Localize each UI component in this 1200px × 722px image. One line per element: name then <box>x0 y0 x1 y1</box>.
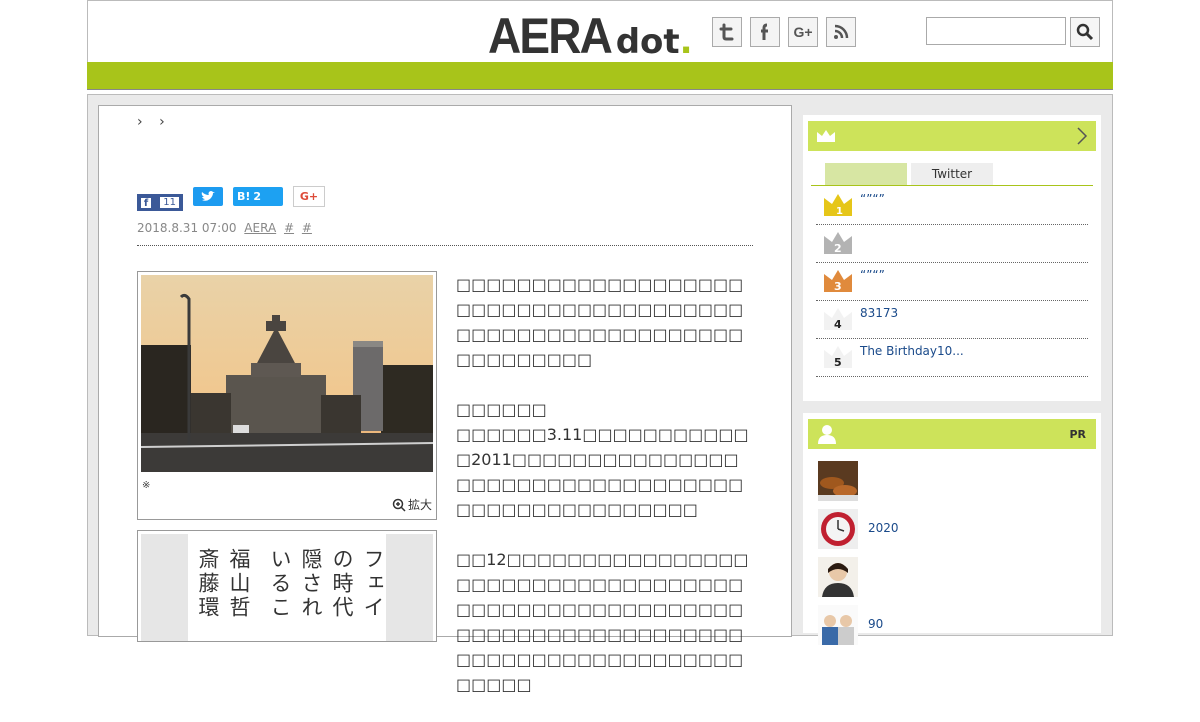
ranking-header[interactable] <box>808 121 1096 151</box>
zoom-button[interactable]: 拡大 <box>392 496 432 513</box>
facebook-icon: f <box>141 197 151 209</box>
zoom-label: 拡大 <box>407 498 432 512</box>
ranking-item-title: 83173 <box>860 306 899 320</box>
svg-text:2: 2 <box>834 242 842 255</box>
meta-divider <box>137 245 753 246</box>
article-figure: ※ 拡大 <box>137 271 437 520</box>
tab-ranking-default[interactable] <box>825 163 907 185</box>
article-paragraph: □□□□□□ □□□□□□3.11□□□□□□□□□□□□2011□□□□□□□… <box>456 400 749 519</box>
pr-thumbnail <box>818 557 858 597</box>
svg-text:5: 5 <box>834 356 842 369</box>
person-icon <box>818 425 836 444</box>
pr-item-title: 2020 <box>868 521 899 535</box>
site-header: AERA dot. G+ <box>87 0 1113 63</box>
author-link[interactable]: AERA <box>244 221 276 235</box>
zoom-in-icon <box>392 498 406 512</box>
ranking-item[interactable]: 2 <box>816 224 1088 263</box>
hatena-label: B! <box>237 190 251 203</box>
pr-thumbnail <box>818 605 858 645</box>
rank-5-crown-icon: 5 <box>824 346 852 369</box>
cover-title-column: の時代 <box>330 548 354 620</box>
ranking-item[interactable]: 4 83173 <box>816 300 1088 339</box>
book-cover: フェイ の時代 隠され いるこ 福山哲 斎藤環 <box>188 534 386 641</box>
pr-item[interactable] <box>818 557 1078 597</box>
cover-title-column: フェイ <box>361 548 385 620</box>
ranking-item-title: The Birthday10... <box>860 344 964 358</box>
facebook-share-count: 11 <box>160 197 179 208</box>
publish-date: 2018.8.31 07:00 <box>137 221 237 235</box>
logo-sub-text: dot. <box>615 22 693 62</box>
aera-dot-logo[interactable]: AERA dot. <box>488 7 693 61</box>
google-plus-icon[interactable]: G+ <box>788 17 818 47</box>
twitter-bird-icon <box>201 190 215 201</box>
ranking-tabs: Twitter <box>825 163 993 185</box>
rank-2-crown-icon: 2 <box>824 232 852 255</box>
rss-icon[interactable] <box>826 17 856 47</box>
article-panel: › › f 11 B! 2 G+ 2018.8.31 07:00 AERA # … <box>98 105 792 694</box>
ranking-item[interactable]: 5 The Birthday10... <box>816 338 1088 377</box>
search-input[interactable] <box>926 17 1066 45</box>
figure-caption-mark: ※ <box>142 480 151 491</box>
search-icon <box>1076 23 1094 41</box>
social-links: G+ <box>712 17 856 47</box>
rank-4-crown-icon: 4 <box>824 308 852 331</box>
facebook-share-button[interactable]: f 11 <box>137 194 183 211</box>
ranking-item-title: “”“” <box>860 268 885 282</box>
svg-text:4: 4 <box>834 318 842 331</box>
pr-item[interactable]: 90 <box>818 605 1078 645</box>
article-paragraph: □□□□□□□□□□□□□□□□□□□□□□□□□□□□□□□□□□□□□□□□… <box>456 275 744 369</box>
cover-title-column: 隠され <box>299 548 323 620</box>
global-nav-bar <box>87 62 1113 90</box>
rank-3-crown-icon: 3 <box>824 270 852 293</box>
breadcrumb: › › <box>137 114 171 130</box>
article-body: □□□□□□□□□□□□□□□□□□□□□□□□□□□□□□□□□□□□□□□□… <box>456 272 752 722</box>
search-box <box>926 17 1100 47</box>
pr-thumbnail <box>818 509 858 549</box>
twitter-icon[interactable] <box>712 17 742 47</box>
breadcrumb-separator: › <box>137 114 149 130</box>
facebook-icon[interactable] <box>750 17 780 47</box>
crown-icon <box>817 130 835 142</box>
tab-twitter[interactable]: Twitter <box>911 163 993 185</box>
logo-main-text: AERA <box>488 8 613 64</box>
breadcrumb-separator: › <box>159 114 171 130</box>
twitter-share-button[interactable] <box>193 187 223 206</box>
article-meta: 2018.8.31 07:00 AERA # # <box>137 221 312 235</box>
tag-link[interactable]: # <box>284 221 294 235</box>
diet-building-photo[interactable] <box>141 275 433 472</box>
chevron-right-icon <box>1076 126 1088 151</box>
pr-item-title: 90 <box>868 617 884 631</box>
tag-link[interactable]: # <box>302 221 312 235</box>
book-cover-image[interactable]: フェイ の時代 隠され いるこ 福山哲 斎藤環 <box>141 534 433 641</box>
pr-item[interactable]: 2020 <box>818 509 1078 549</box>
cover-author-column: 福山哲 <box>227 548 251 620</box>
pr-header: PR <box>808 419 1096 449</box>
ranking-item[interactable]: 1 “”“” <box>816 186 1088 225</box>
ranking-widget: Twitter 1 “”“” 2 3 “”“” 4 83173 5 The Bi… <box>803 115 1101 401</box>
hatena-count: 2 <box>253 190 262 203</box>
ranking-item[interactable]: 3 “”“” <box>816 262 1088 301</box>
pr-widget: PR 2020 90 <box>803 413 1101 645</box>
pr-thumbnail <box>818 461 858 501</box>
svg-text:3: 3 <box>834 280 842 293</box>
ranking-item-title: “”“” <box>860 192 885 206</box>
pr-label: PR <box>1069 428 1086 441</box>
rank-1-crown-icon: 1 <box>824 194 852 217</box>
cover-author-column: 斎藤環 <box>196 548 220 620</box>
share-buttons: f 11 B! 2 G+ <box>137 186 325 211</box>
pr-item[interactable] <box>818 461 1078 501</box>
google-plus-share-button[interactable]: G+ <box>293 186 325 207</box>
svg-text:1: 1 <box>836 206 843 217</box>
cover-title-column: いるこ <box>268 548 292 620</box>
book-cover-figure: フェイ の時代 隠され いるこ 福山哲 斎藤環 <box>137 530 437 642</box>
search-button[interactable] <box>1070 17 1100 47</box>
hatena-bookmark-button[interactable]: B! 2 <box>233 187 283 206</box>
article-paragraph: □□12□□□□□□□□□□□□□□□□□□□□□□□□□□□□□□□□□□□□… <box>456 550 749 694</box>
